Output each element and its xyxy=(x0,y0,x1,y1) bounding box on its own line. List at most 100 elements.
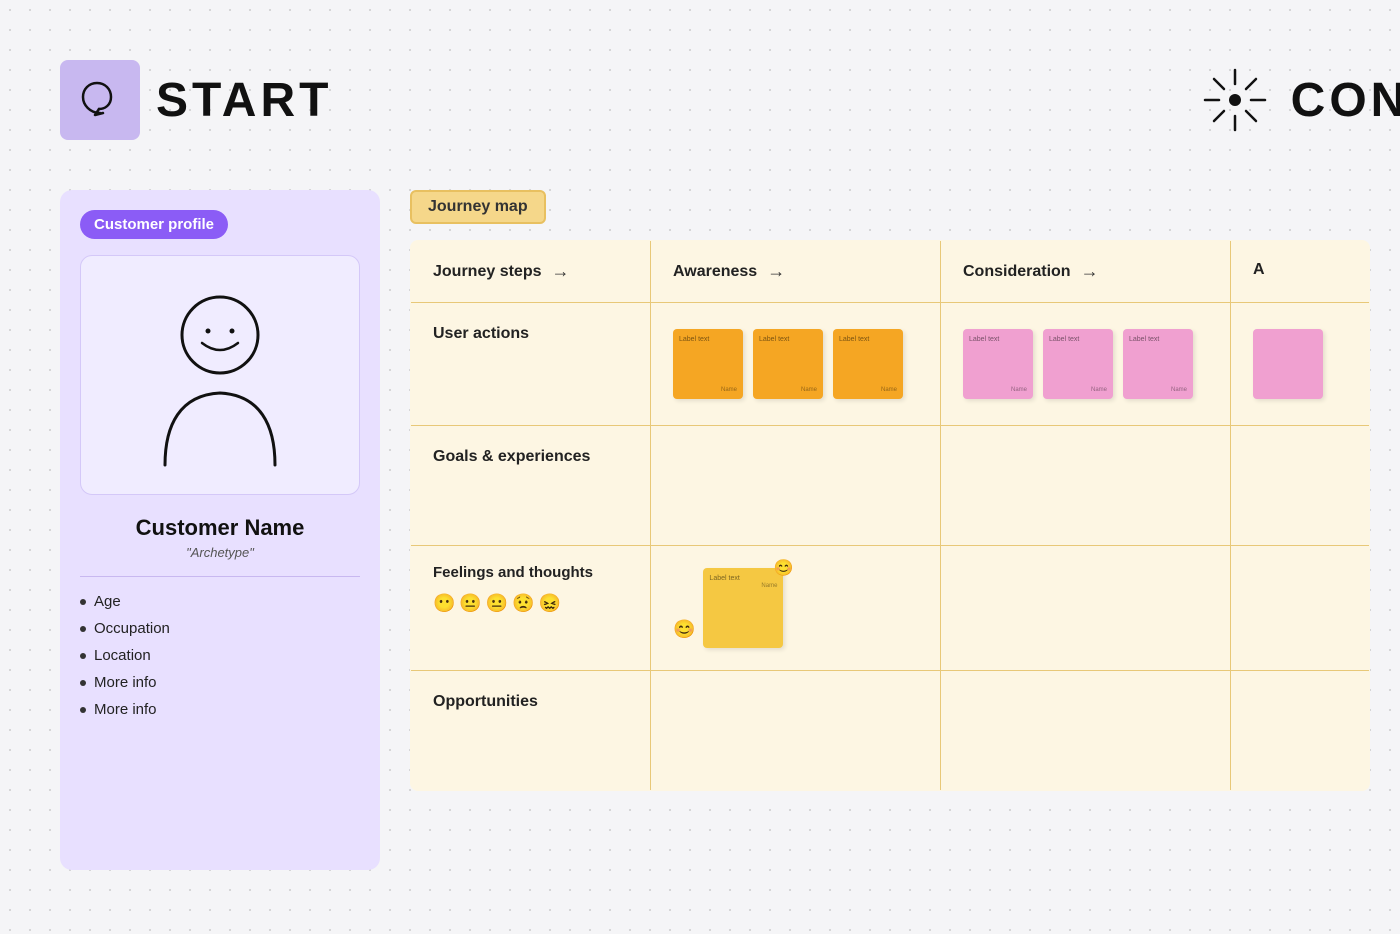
profile-item-age: Age xyxy=(94,593,121,610)
list-item: Occupation xyxy=(80,620,360,637)
customer-name: Customer Name xyxy=(80,515,360,541)
list-item: Location xyxy=(80,647,360,664)
journey-map-label: Journey map xyxy=(410,190,546,224)
page-container: START CONTI Customer profile xyxy=(0,0,1400,934)
cell-action-opportunities xyxy=(1231,671,1370,791)
cell-awareness-goals xyxy=(651,426,941,546)
note-footer: Name xyxy=(759,387,817,393)
cell-action-goals xyxy=(1231,426,1370,546)
note-text: Label text xyxy=(709,574,777,583)
emoji: 😖 xyxy=(539,593,561,614)
emoji: 😶 xyxy=(433,593,455,614)
awareness-notes: Label text Name Label text Name Label te… xyxy=(673,321,918,407)
note-text: Label text xyxy=(839,335,897,344)
col-label-awareness: Awareness xyxy=(673,263,757,281)
cell-label-opportunities: Opportunities xyxy=(411,671,651,791)
bullet xyxy=(80,626,86,632)
note-text: Label text xyxy=(969,335,1027,344)
table-header-row: Journey steps → Awareness → Consideratio… xyxy=(411,241,1370,303)
emoji: 😟 xyxy=(512,593,534,614)
profile-item-more1: More info xyxy=(94,674,157,691)
profile-list: Age Occupation Location More info More i… xyxy=(80,593,360,718)
note-footer: Name xyxy=(839,387,897,393)
sticky-note[interactable]: Label text Name xyxy=(963,329,1033,399)
bullet xyxy=(80,653,86,659)
col-label-consideration: Consideration xyxy=(963,263,1071,281)
profile-item-location: Location xyxy=(94,647,151,664)
row-label: User actions xyxy=(433,321,628,343)
cell-action-feelings xyxy=(1231,546,1370,671)
col-label-action: A xyxy=(1253,261,1265,279)
list-item: More info xyxy=(80,701,360,718)
note-footer: Name xyxy=(679,387,737,393)
cell-consideration-opportunities xyxy=(941,671,1231,791)
sticky-note[interactable]: Label text Name xyxy=(753,329,823,399)
avatar-box xyxy=(80,255,360,495)
col-header-steps: Journey steps → xyxy=(411,241,651,303)
cell-consideration-feelings xyxy=(941,546,1231,671)
note-text: Label text xyxy=(1049,335,1107,344)
table-row-user-actions: User actions Label text Name Label text … xyxy=(411,303,1370,426)
continue-title: CONTI xyxy=(1291,73,1400,128)
sticky-note[interactable]: Label text Name xyxy=(833,329,903,399)
col-header-action: A xyxy=(1231,241,1370,303)
profile-divider xyxy=(80,576,360,577)
journey-table: Journey steps → Awareness → Consideratio… xyxy=(410,240,1370,791)
list-item: Age xyxy=(80,593,360,610)
cell-consideration-user-actions: Label text Name Label text Name Label te… xyxy=(941,303,1231,426)
cell-action-user-actions xyxy=(1231,303,1370,426)
row-label: Goals & experiences xyxy=(433,444,628,466)
cell-consideration-goals xyxy=(941,426,1231,546)
start-icon-box xyxy=(60,60,140,140)
customer-profile-panel: Customer profile Customer Name "Archetyp… xyxy=(60,190,380,870)
table-row-opportunities: Opportunities xyxy=(411,671,1370,791)
feelings-label-area: Feelings and thoughts 😶 😐 😐 😟 😖 xyxy=(433,564,628,614)
header-title: START xyxy=(156,73,332,128)
col-header-consideration: Consideration → xyxy=(941,241,1231,303)
arrow-icon: → xyxy=(551,261,569,282)
table-row-feelings: Feelings and thoughts 😶 😐 😐 😟 😖 xyxy=(411,546,1370,671)
cell-awareness-user-actions: Label text Name Label text Name Label te… xyxy=(651,303,941,426)
list-item: More info xyxy=(80,674,360,691)
note-text: Label text xyxy=(1129,335,1187,344)
emoji: 😐 xyxy=(459,593,481,614)
cell-awareness-opportunities xyxy=(651,671,941,791)
arrow-icon: → xyxy=(1081,261,1099,282)
customer-profile-label: Customer profile xyxy=(80,210,228,239)
cell-label-goals: Goals & experiences xyxy=(411,426,651,546)
bullet xyxy=(80,680,86,686)
row-label-feelings: Feelings and thoughts xyxy=(433,564,628,581)
feelings-emoji-overlay: 😊 xyxy=(774,558,794,578)
sticky-note[interactable]: Label text Name xyxy=(1043,329,1113,399)
col-label-steps: Journey steps xyxy=(433,263,541,281)
continue-icon xyxy=(1195,60,1275,140)
action-notes xyxy=(1253,321,1347,407)
note-text: Label text xyxy=(679,335,737,344)
table-row-goals: Goals & experiences xyxy=(411,426,1370,546)
note-footer: Name xyxy=(1129,387,1187,393)
journey-map-area: Journey map Journey steps → Awareness → xyxy=(410,190,1400,934)
note-footer: Name xyxy=(969,387,1027,393)
bullet xyxy=(80,599,86,605)
row-label-opportunities: Opportunities xyxy=(433,689,628,711)
cell-label-feelings: Feelings and thoughts 😶 😐 😐 😟 😖 xyxy=(411,546,651,671)
note-footer: Name xyxy=(709,583,777,589)
profile-item-more2: More info xyxy=(94,701,157,718)
emoji: 😐 xyxy=(486,593,508,614)
customer-archetype: "Archetype" xyxy=(80,545,360,560)
sticky-note[interactable]: Label text Name xyxy=(1123,329,1193,399)
header-right: CONTI xyxy=(1195,60,1400,140)
feelings-note-container: 😊 Label text Name 😊 xyxy=(673,564,918,652)
col-header-awareness: Awareness → xyxy=(651,241,941,303)
cell-label-user-actions: User actions xyxy=(411,303,651,426)
feelings-sticky-note[interactable]: Label text Name 😊 xyxy=(703,568,783,648)
profile-item-occupation: Occupation xyxy=(94,620,170,637)
note-text: Label text xyxy=(759,335,817,344)
cell-awareness-feelings: 😊 Label text Name 😊 xyxy=(651,546,941,671)
emoji-row: 😶 😐 😐 😟 😖 xyxy=(433,593,628,614)
header-left: START xyxy=(60,60,332,140)
sticky-note[interactable]: Label text Name xyxy=(673,329,743,399)
bullet xyxy=(80,707,86,713)
sticky-note[interactable] xyxy=(1253,329,1323,399)
note-footer: Name xyxy=(1049,387,1107,393)
